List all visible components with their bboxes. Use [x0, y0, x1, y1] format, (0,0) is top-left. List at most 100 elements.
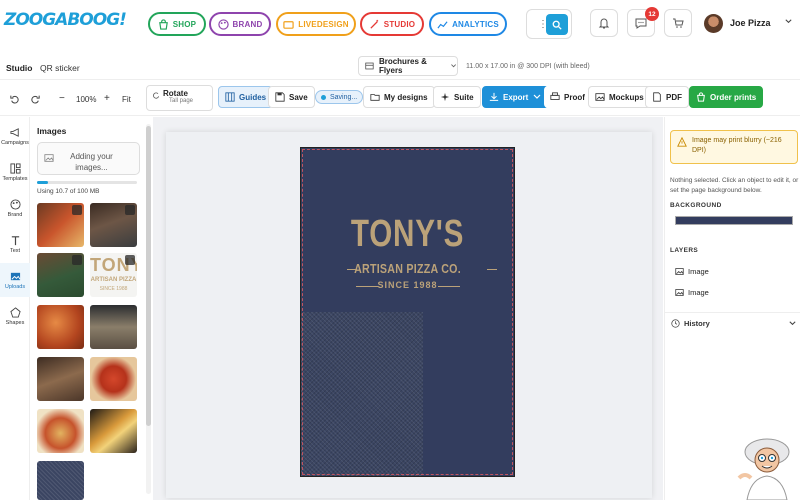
- user-name[interactable]: Joe Pizza: [730, 18, 771, 28]
- nav-shop-label: SHOP: [172, 19, 197, 29]
- rail-brand[interactable]: Brand: [0, 191, 30, 225]
- studio-tab[interactable]: Studio: [6, 63, 32, 73]
- scrollbar-thumb[interactable]: [146, 126, 151, 426]
- document-icon: [365, 62, 374, 70]
- chat-icon: [635, 18, 647, 29]
- chart-icon: [437, 20, 448, 29]
- image-thumbnail[interactable]: [90, 357, 137, 401]
- image-thumbnail[interactable]: [37, 203, 84, 247]
- order-prints-button[interactable]: Order prints: [689, 86, 764, 108]
- pdf-label: PDF: [666, 92, 682, 102]
- avatar[interactable]: [704, 14, 723, 33]
- trash-icon[interactable]: [72, 205, 82, 215]
- layer-label: Image: [688, 267, 709, 276]
- zoom-level: 100%: [76, 95, 97, 104]
- image-thumbnail[interactable]: [37, 461, 84, 500]
- storage-progress-fill: [37, 181, 48, 184]
- panel-scrollbar[interactable]: [146, 124, 151, 494]
- nav-analytics[interactable]: ANALYTICS: [429, 12, 507, 36]
- nav-brand[interactable]: BRAND: [209, 12, 271, 36]
- mockups-button[interactable]: Mockups: [588, 86, 651, 108]
- left-rail: Campaigns Templates Brand Text Uploads S…: [0, 117, 30, 500]
- logo[interactable]: ZOOGABOOG!: [4, 10, 127, 30]
- nav-livedesign[interactable]: LIVEDESIGN: [276, 12, 356, 36]
- cart-button[interactable]: [664, 9, 692, 37]
- rotate-button[interactable]: Rotate Tall page: [146, 85, 213, 111]
- export-button[interactable]: Export: [482, 86, 550, 108]
- rail-text[interactable]: Text: [0, 227, 30, 261]
- document-type-select[interactable]: Brochures & Flyers: [358, 56, 458, 76]
- image-thumbnail[interactable]: [90, 203, 137, 247]
- bell-icon: [598, 18, 610, 29]
- print-warning: Image may print blurry (~216 DPI): [670, 130, 798, 164]
- layer-item[interactable]: Image: [675, 267, 709, 276]
- image-thumbnail[interactable]: TONY ARTISAN PIZZA SINCE 1988: [90, 253, 137, 297]
- zoom-out-button[interactable]: −: [59, 93, 65, 104]
- file-icon: [653, 92, 661, 102]
- nav-shop[interactable]: SHOP: [148, 12, 206, 36]
- rail-campaigns-label: Campaigns: [1, 139, 29, 146]
- save-button[interactable]: Save: [268, 86, 315, 108]
- zoom-in-button[interactable]: +: [104, 93, 110, 104]
- bleed-guide: [302, 149, 513, 475]
- flyer-headline[interactable]: TONY'S: [324, 213, 492, 256]
- history-label: History: [684, 319, 710, 328]
- fit-button[interactable]: Fit: [122, 95, 131, 104]
- image-thumbnail[interactable]: [37, 409, 84, 453]
- guides-button[interactable]: Guides: [218, 86, 274, 108]
- text-icon: [11, 235, 19, 245]
- rail-shapes[interactable]: Shapes: [0, 299, 30, 333]
- history-toggle[interactable]: History: [671, 319, 710, 328]
- nav-brand-label: BRAND: [232, 19, 263, 29]
- image-thumbnail[interactable]: [37, 357, 84, 401]
- chevron-down-icon: [533, 94, 541, 99]
- background-color-swatch[interactable]: [675, 216, 793, 225]
- trash-icon[interactable]: [125, 205, 135, 215]
- image-thumbnail[interactable]: [37, 305, 84, 349]
- search-button[interactable]: [546, 14, 568, 35]
- redo-icon[interactable]: [30, 94, 40, 104]
- rail-uploads[interactable]: Uploads: [0, 263, 30, 297]
- chevron-down-icon[interactable]: [788, 319, 797, 328]
- upload-dropzone[interactable]: Adding your images...: [37, 142, 140, 175]
- qr-sticker-tab[interactable]: QR sticker: [40, 63, 80, 73]
- templates-icon: [9, 162, 21, 174]
- image-icon: [675, 289, 684, 296]
- print-warning-text: Image may print blurry (~216 DPI): [692, 137, 782, 154]
- rail-templates[interactable]: Templates: [0, 155, 30, 189]
- search-box[interactable]: ⋮: [526, 9, 572, 39]
- notifications-button[interactable]: [590, 9, 618, 37]
- image-icon: [44, 154, 54, 162]
- trash-icon[interactable]: [125, 255, 135, 265]
- suite-button[interactable]: Suite: [433, 86, 481, 108]
- rotate-label: Rotate: [163, 89, 188, 98]
- flyer-since[interactable]: SINCE 1988: [300, 280, 515, 290]
- nav-studio[interactable]: STUDIO: [360, 12, 424, 36]
- image-thumbnail[interactable]: [37, 253, 84, 297]
- mascot-character[interactable]: [733, 430, 797, 500]
- layer-item[interactable]: Image: [675, 288, 709, 297]
- images-panel-title: Images: [37, 126, 67, 136]
- image-icon: [595, 93, 605, 101]
- folder-icon: [370, 94, 380, 101]
- proof-button[interactable]: Proof: [544, 86, 591, 108]
- undo-icon[interactable]: [10, 94, 20, 104]
- divider: [665, 312, 800, 313]
- layer-label: Image: [688, 288, 709, 297]
- rotate-sublabel: Tall page: [169, 98, 194, 104]
- trash-icon[interactable]: [72, 255, 82, 265]
- my-designs-button[interactable]: My designs: [363, 86, 435, 108]
- image-thumbnail[interactable]: [90, 305, 137, 349]
- image-thumbnail[interactable]: [90, 409, 137, 453]
- pdf-button[interactable]: PDF: [645, 86, 689, 108]
- proof-label: Proof: [564, 92, 585, 102]
- cart-icon: [673, 18, 684, 28]
- layers-heading: LAYERS: [670, 247, 699, 254]
- shopping-bag-icon: [697, 92, 705, 102]
- rail-campaigns[interactable]: Campaigns: [0, 119, 30, 153]
- guides-label: Guides: [239, 92, 267, 102]
- mockups-label: Mockups: [609, 92, 644, 102]
- rail-uploads-label: Uploads: [4, 283, 26, 290]
- flyer-subline[interactable]: ARTISAN PIZZA CO.: [319, 261, 495, 276]
- chevron-down-icon[interactable]: [784, 17, 793, 26]
